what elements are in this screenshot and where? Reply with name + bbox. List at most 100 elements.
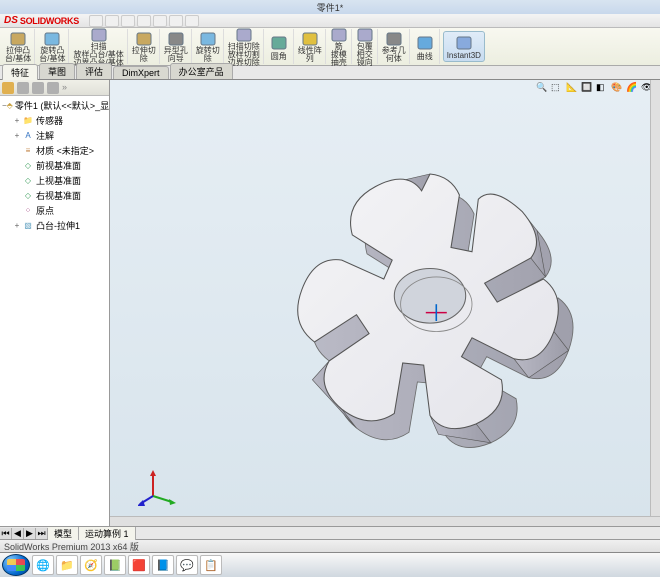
ribbon-label: 圆角 xyxy=(271,53,287,61)
tree-node-label: 材质 <未指定> xyxy=(36,144,94,157)
ribbon-icon xyxy=(414,33,436,53)
expand-icon[interactable]: + xyxy=(12,131,22,140)
ribbon-label: 拉伸切除 xyxy=(132,47,156,63)
ribbon-label: 异型孔向导 xyxy=(164,47,188,63)
ribbon-icon xyxy=(90,27,108,43)
ribbon-btn-2[interactable]: 扫描放样凸台/基体边界凸台/基体 xyxy=(70,29,127,64)
ribbon-icon xyxy=(165,30,187,47)
ribbon-tab-1[interactable]: 草图 xyxy=(39,63,75,79)
ribbon-btn-6[interactable]: 扫描切除放样切割边界切除 xyxy=(225,29,264,64)
ribbon-btn-12[interactable]: 曲线 xyxy=(411,29,440,64)
menu-open-icon[interactable] xyxy=(105,15,119,27)
tree-node-icon: A xyxy=(22,131,34,141)
tree-item[interactable]: ◇前视基准面 xyxy=(2,158,107,173)
tree-node-label: 原点 xyxy=(36,204,54,217)
ribbon-icon xyxy=(268,33,290,53)
expand-icon[interactable]: + xyxy=(12,116,22,125)
ribbon-btn-13[interactable]: Instant3D xyxy=(443,31,485,62)
panel-tab-icons: » xyxy=(0,80,109,96)
btab-nav-3[interactable]: ⏭ xyxy=(36,528,48,539)
tree-node-icon: ◇ xyxy=(22,176,34,186)
ribbon-tab-3[interactable]: DimXpert xyxy=(113,66,169,79)
bottom-tabs: ⏮◀▶⏭模型运动算例 1 xyxy=(0,526,660,540)
ribbon-label: 筋拔模抽壳 xyxy=(331,43,347,67)
windows-taskbar: 🌐📁🧭📗🟥📘💬📋 xyxy=(0,552,660,577)
display-tab-icon[interactable] xyxy=(47,82,59,94)
ribbon-label: Instant3D xyxy=(447,52,481,60)
tree-node-label: 凸台-拉伸1 xyxy=(36,219,80,232)
taskbar-app-7[interactable]: 📋 xyxy=(200,555,222,575)
config-tab-icon[interactable] xyxy=(32,82,44,94)
scrollbar-vertical[interactable] xyxy=(650,80,660,516)
taskbar-app-1[interactable]: 📁 xyxy=(56,555,78,575)
ribbon-tab-4[interactable]: 办公室产品 xyxy=(170,63,233,79)
ribbon-btn-0[interactable]: 拉伸凸台/基体 xyxy=(2,29,35,64)
scrollbar-horizontal[interactable] xyxy=(110,516,660,526)
tree-node-icon: 📁 xyxy=(22,116,34,126)
tree-item[interactable]: ◇上视基准面 xyxy=(2,173,107,188)
part-icon: ⬘ xyxy=(7,101,13,111)
menu-undo-icon[interactable] xyxy=(153,15,167,27)
btab-nav-2[interactable]: ▶ xyxy=(24,528,36,539)
ribbon-tab-2[interactable]: 评估 xyxy=(76,63,112,79)
taskbar-app-4[interactable]: 🟥 xyxy=(128,555,150,575)
ribbon-label: 曲线 xyxy=(417,53,433,61)
ribbon-tabs: 特征草图评估DimXpert办公室产品 xyxy=(0,66,660,80)
ribbon-icon xyxy=(197,30,219,47)
viewport-3d[interactable]: 🔍 ⬚ 📐 🔲 ◧ 🎨 🌈 👁 xyxy=(110,80,660,526)
tree-node-icon: ◇ xyxy=(22,191,34,201)
ribbon-icon xyxy=(383,30,405,47)
bottom-tab-0[interactable]: 模型 xyxy=(48,527,79,540)
ribbon-label: 线性阵列 xyxy=(298,47,322,63)
ribbon-btn-1[interactable]: 旋转凸台/基体 xyxy=(36,29,69,64)
ribbon-btn-9[interactable]: 筋拔模抽壳 xyxy=(327,29,352,64)
ribbon-icon xyxy=(453,33,475,52)
ribbon-btn-11[interactable]: 参考几何体 xyxy=(379,29,410,64)
tree-node-icon: ≡ xyxy=(22,146,34,156)
btab-nav-0[interactable]: ⏮ xyxy=(0,528,12,539)
menu-options-icon[interactable] xyxy=(185,15,199,27)
taskbar-app-5[interactable]: 📘 xyxy=(152,555,174,575)
panel-chevron-icon[interactable]: » xyxy=(62,82,74,94)
status-bar: SolidWorks Premium 2013 x64 版 xyxy=(0,540,660,552)
feature-tree-tab-icon[interactable] xyxy=(2,82,14,94)
ribbon-icon xyxy=(299,30,321,47)
title-bar: 零件1* xyxy=(0,0,660,14)
ribbon-icon xyxy=(356,27,374,43)
taskbar-app-6[interactable]: 💬 xyxy=(176,555,198,575)
ribbon-label: 旋转凸台/基体 xyxy=(39,47,65,63)
tree-node-label: 传感器 xyxy=(36,114,63,127)
menu-save-icon[interactable] xyxy=(121,15,135,27)
ribbon-btn-7[interactable]: 圆角 xyxy=(265,29,294,64)
taskbar-app-0[interactable]: 🌐 xyxy=(32,555,54,575)
tree-node-label: 注解 xyxy=(36,129,54,142)
tree-item[interactable]: ◇右视基准面 xyxy=(2,188,107,203)
ribbon-btn-4[interactable]: 异型孔向导 xyxy=(161,29,192,64)
taskbar-app-3[interactable]: 📗 xyxy=(104,555,126,575)
tree-item[interactable]: +▧凸台-拉伸1 xyxy=(2,218,107,233)
tree-item[interactable]: ≡材质 <未指定> xyxy=(2,143,107,158)
property-tab-icon[interactable] xyxy=(17,82,29,94)
expand-icon[interactable]: + xyxy=(12,221,22,230)
start-button[interactable] xyxy=(2,554,30,576)
tree-item[interactable]: +A注解 xyxy=(2,128,107,143)
ribbon-btn-8[interactable]: 线性阵列 xyxy=(295,29,326,64)
bottom-tab-1[interactable]: 运动算例 1 xyxy=(79,527,136,540)
tree-node-label: 右视基准面 xyxy=(36,189,81,202)
ribbon-tab-0[interactable]: 特征 xyxy=(2,64,38,80)
ribbon-btn-5[interactable]: 旋转切除 xyxy=(193,29,224,64)
menu-new-icon[interactable] xyxy=(89,15,103,27)
ribbon-icon xyxy=(330,27,348,43)
tree-root[interactable]: − ⬘ 零件1 (默认<<默认>_显示状态 xyxy=(2,98,107,113)
taskbar-app-2[interactable]: 🧭 xyxy=(80,555,102,575)
tree-item[interactable]: +📁传感器 xyxy=(2,113,107,128)
feature-tree: − ⬘ 零件1 (默认<<默认>_显示状态 +📁传感器+A注解≡材质 <未指定>… xyxy=(0,96,109,235)
tree-item[interactable]: ⁘原点 xyxy=(2,203,107,218)
ribbon-btn-10[interactable]: 包覆相交镜向 xyxy=(353,29,378,64)
ribbon-icon xyxy=(133,30,155,47)
ribbon-label: 旋转切除 xyxy=(196,47,220,63)
menu-rebuild-icon[interactable] xyxy=(169,15,183,27)
menu-print-icon[interactable] xyxy=(137,15,151,27)
ribbon-btn-3[interactable]: 拉伸切除 xyxy=(129,29,160,64)
btab-nav-1[interactable]: ◀ xyxy=(12,528,24,539)
